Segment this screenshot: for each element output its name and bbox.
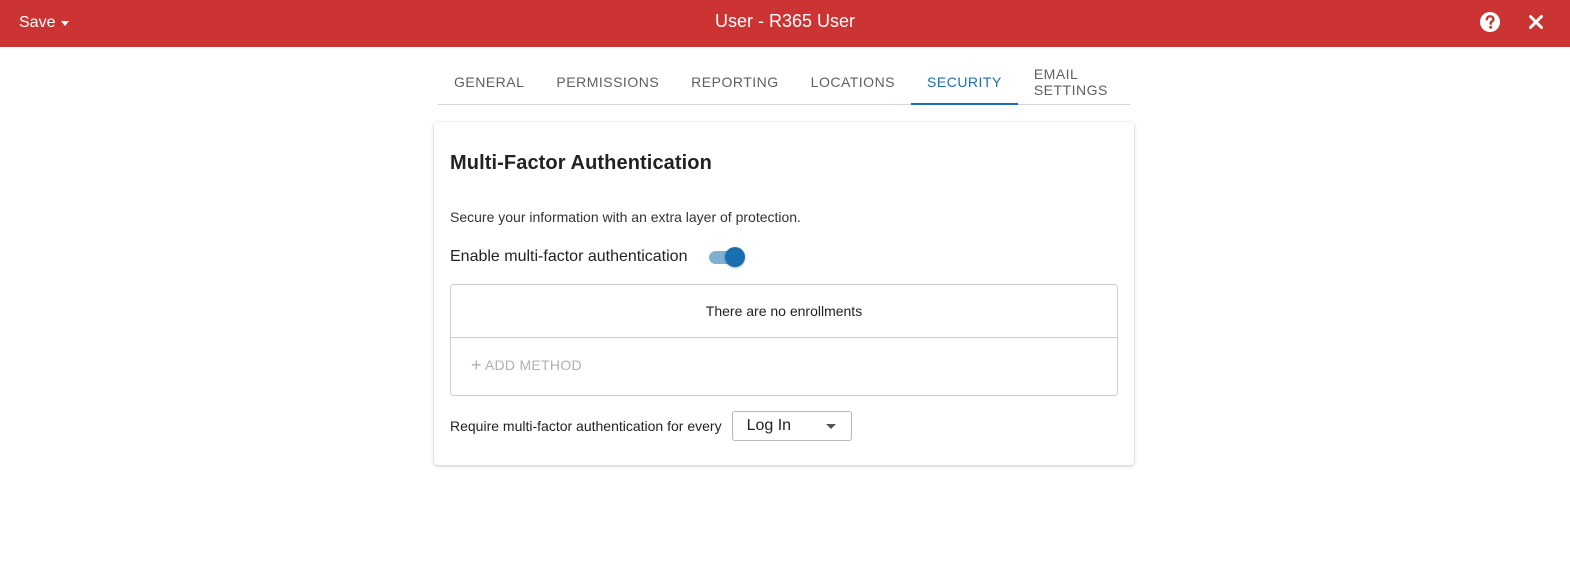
require-mfa-select[interactable]: Log In — [731, 411, 852, 441]
tab-email-settings[interactable]: EMAIL SETTINGS — [1018, 60, 1130, 104]
enrollments-empty-message: There are no enrollments — [451, 285, 1117, 338]
window-title: User - R365 User — [714, 11, 856, 31]
add-method-button[interactable]: + ADD METHOD — [471, 355, 582, 375]
mfa-toggle-row: Enable multi-factor authentication — [450, 246, 746, 268]
tab-bar: GENERAL PERMISSIONS REPORTING LOCATIONS … — [438, 60, 1130, 105]
mfa-toggle-switch[interactable] — [708, 246, 746, 268]
top-bar: Save User - R365 User — [0, 0, 1570, 47]
mfa-card: Multi-Factor Authentication Secure your … — [434, 122, 1134, 465]
tab-locations[interactable]: LOCATIONS — [795, 60, 911, 104]
mfa-toggle-label: Enable multi-factor authentication — [450, 248, 688, 265]
close-icon — [1529, 15, 1543, 29]
card-title: Multi-Factor Authentication — [450, 152, 712, 174]
enrollments-box: There are no enrollments + ADD METHOD — [450, 284, 1118, 396]
tab-permissions[interactable]: PERMISSIONS — [540, 60, 675, 104]
tab-security[interactable]: SECURITY — [911, 60, 1018, 105]
require-mfa-row: Require multi-factor authentication for … — [450, 411, 852, 441]
require-mfa-value: Log In — [746, 417, 792, 434]
toggle-knob — [725, 247, 746, 267]
add-method-label: ADD METHOD — [484, 357, 582, 373]
card-description: Secure your information with an extra la… — [450, 209, 801, 225]
chevron-down-icon — [825, 424, 836, 429]
question-circle-icon — [1480, 12, 1500, 32]
help-button[interactable] — [1479, 11, 1501, 33]
close-button[interactable] — [1527, 13, 1545, 31]
require-mfa-label: Require multi-factor authentication for … — [450, 418, 722, 434]
plus-icon: + — [471, 355, 482, 375]
tab-reporting[interactable]: REPORTING — [675, 60, 794, 104]
tab-general[interactable]: GENERAL — [438, 60, 540, 104]
